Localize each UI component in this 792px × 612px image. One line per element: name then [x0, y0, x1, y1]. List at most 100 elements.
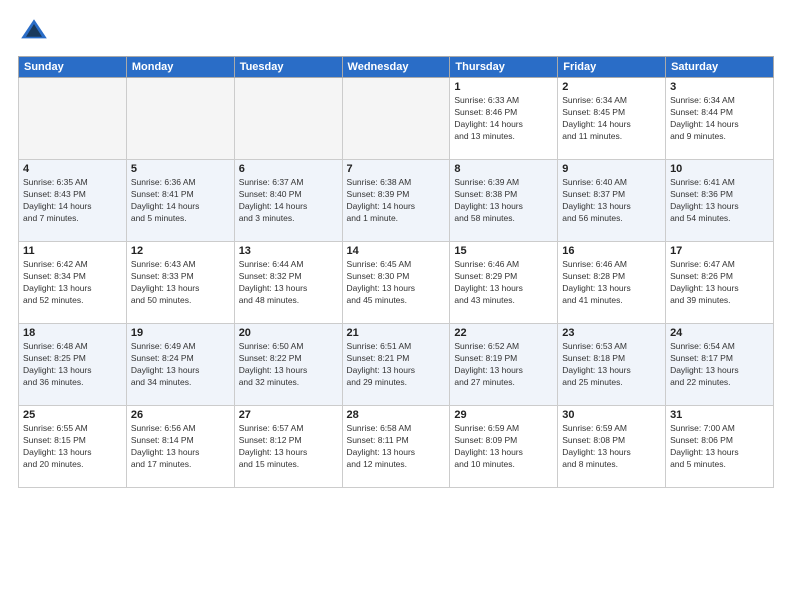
day-number: 30 [562, 409, 661, 421]
day-info: Sunrise: 6:53 AM Sunset: 8:18 PM Dayligh… [562, 341, 661, 389]
day-number: 19 [131, 327, 230, 339]
day-number: 17 [670, 245, 769, 257]
weekday-header-thursday: Thursday [450, 57, 558, 78]
day-info: Sunrise: 6:34 AM Sunset: 8:45 PM Dayligh… [562, 95, 661, 143]
day-number: 26 [131, 409, 230, 421]
day-number: 29 [454, 409, 553, 421]
day-info: Sunrise: 6:55 AM Sunset: 8:15 PM Dayligh… [23, 423, 122, 471]
calendar-cell: 4 Sunrise: 6:35 AM Sunset: 8:43 PM Daylig… [19, 160, 127, 242]
calendar-cell: 24 Sunrise: 6:54 AM Sunset: 8:17 PM Dayli… [666, 324, 774, 406]
day-number: 24 [670, 327, 769, 339]
logo [18, 16, 54, 48]
day-info: Sunrise: 7:00 AM Sunset: 8:06 PM Dayligh… [670, 423, 769, 471]
calendar-cell: 14Sunrise: 6:45 AM Sunset: 8:30 PM Dayli… [342, 242, 450, 324]
calendar-cell: 21 Sunrise: 6:51 AM Sunset: 8:21 PM Dayli… [342, 324, 450, 406]
calendar-cell: 22 Sunrise: 6:52 AM Sunset: 8:19 PM Dayli… [450, 324, 558, 406]
calendar-cell: 19 Sunrise: 6:49 AM Sunset: 8:24 PM Dayli… [126, 324, 234, 406]
day-info: Sunrise: 6:41 AM Sunset: 8:36 PM Dayligh… [670, 177, 769, 225]
weekday-header-monday: Monday [126, 57, 234, 78]
day-number: 7 [347, 163, 446, 175]
calendar-week-row-1: 1 Sunrise: 6:33 AM Sunset: 8:46 PM Daylig… [19, 78, 774, 160]
day-number: 2 [562, 81, 661, 93]
day-info: Sunrise: 6:43 AM Sunset: 8:33 PM Dayligh… [131, 259, 230, 307]
day-info: Sunrise: 6:51 AM Sunset: 8:21 PM Dayligh… [347, 341, 446, 389]
day-info: Sunrise: 6:59 AM Sunset: 8:09 PM Dayligh… [454, 423, 553, 471]
day-info: Sunrise: 6:44 AM Sunset: 8:32 PM Dayligh… [239, 259, 338, 307]
calendar-cell: 17 Sunrise: 6:47 AM Sunset: 8:26 PM Dayli… [666, 242, 774, 324]
day-info: Sunrise: 6:52 AM Sunset: 8:19 PM Dayligh… [454, 341, 553, 389]
day-number: 5 [131, 163, 230, 175]
calendar-cell: 2 Sunrise: 6:34 AM Sunset: 8:45 PM Daylig… [558, 78, 666, 160]
day-number: 1 [454, 81, 553, 93]
calendar-cell [234, 78, 342, 160]
day-number: 14 [347, 245, 446, 257]
calendar-cell [19, 78, 127, 160]
weekday-header-sunday: Sunday [19, 57, 127, 78]
calendar-cell: 7 Sunrise: 6:38 AM Sunset: 8:39 PM Daylig… [342, 160, 450, 242]
calendar-cell: 1 Sunrise: 6:33 AM Sunset: 8:46 PM Daylig… [450, 78, 558, 160]
day-number: 16 [562, 245, 661, 257]
weekday-header-saturday: Saturday [666, 57, 774, 78]
calendar-cell: 18Sunrise: 6:48 AM Sunset: 8:25 PM Dayli… [19, 324, 127, 406]
calendar-cell: 30 Sunrise: 6:59 AM Sunset: 8:08 PM Dayli… [558, 406, 666, 488]
calendar-cell: 26 Sunrise: 6:56 AM Sunset: 8:14 PM Dayli… [126, 406, 234, 488]
calendar-cell: 11 Sunrise: 6:42 AM Sunset: 8:34 PM Dayli… [19, 242, 127, 324]
day-info: Sunrise: 6:36 AM Sunset: 8:41 PM Dayligh… [131, 177, 230, 225]
day-info: Sunrise: 6:49 AM Sunset: 8:24 PM Dayligh… [131, 341, 230, 389]
day-number: 4 [23, 163, 122, 175]
calendar-cell: 13 Sunrise: 6:44 AM Sunset: 8:32 PM Dayli… [234, 242, 342, 324]
calendar-cell: 8 Sunrise: 6:39 AM Sunset: 8:38 PM Daylig… [450, 160, 558, 242]
day-info: Sunrise: 6:38 AM Sunset: 8:39 PM Dayligh… [347, 177, 446, 225]
calendar-week-row-2: 4 Sunrise: 6:35 AM Sunset: 8:43 PM Daylig… [19, 160, 774, 242]
day-info: Sunrise: 6:56 AM Sunset: 8:14 PM Dayligh… [131, 423, 230, 471]
day-info: Sunrise: 6:40 AM Sunset: 8:37 PM Dayligh… [562, 177, 661, 225]
day-info: Sunrise: 6:34 AM Sunset: 8:44 PM Dayligh… [670, 95, 769, 143]
weekday-header-friday: Friday [558, 57, 666, 78]
day-number: 21 [347, 327, 446, 339]
day-number: 10 [670, 163, 769, 175]
day-info: Sunrise: 6:50 AM Sunset: 8:22 PM Dayligh… [239, 341, 338, 389]
day-number: 11 [23, 245, 122, 257]
page: SundayMondayTuesdayWednesdayThursdayFrid… [0, 0, 792, 612]
calendar-week-row-5: 25 Sunrise: 6:55 AM Sunset: 8:15 PM Dayli… [19, 406, 774, 488]
day-number: 8 [454, 163, 553, 175]
day-info: Sunrise: 6:37 AM Sunset: 8:40 PM Dayligh… [239, 177, 338, 225]
calendar-cell: 20 Sunrise: 6:50 AM Sunset: 8:22 PM Dayli… [234, 324, 342, 406]
day-info: Sunrise: 6:39 AM Sunset: 8:38 PM Dayligh… [454, 177, 553, 225]
day-info: Sunrise: 6:47 AM Sunset: 8:26 PM Dayligh… [670, 259, 769, 307]
day-info: Sunrise: 6:58 AM Sunset: 8:11 PM Dayligh… [347, 423, 446, 471]
day-info: Sunrise: 6:42 AM Sunset: 8:34 PM Dayligh… [23, 259, 122, 307]
calendar-table: SundayMondayTuesdayWednesdayThursdayFrid… [18, 56, 774, 488]
header [18, 16, 774, 48]
calendar-cell: 28 Sunrise: 6:58 AM Sunset: 8:11 PM Dayli… [342, 406, 450, 488]
day-number: 23 [562, 327, 661, 339]
calendar-cell: 31Sunrise: 7:00 AM Sunset: 8:06 PM Dayli… [666, 406, 774, 488]
day-info: Sunrise: 6:48 AM Sunset: 8:25 PM Dayligh… [23, 341, 122, 389]
day-number: 25 [23, 409, 122, 421]
calendar-cell: 23 Sunrise: 6:53 AM Sunset: 8:18 PM Dayli… [558, 324, 666, 406]
calendar-cell: 6 Sunrise: 6:37 AM Sunset: 8:40 PM Daylig… [234, 160, 342, 242]
calendar-cell: 27Sunrise: 6:57 AM Sunset: 8:12 PM Dayli… [234, 406, 342, 488]
day-number: 6 [239, 163, 338, 175]
day-number: 12 [131, 245, 230, 257]
calendar-cell: 25 Sunrise: 6:55 AM Sunset: 8:15 PM Dayli… [19, 406, 127, 488]
day-number: 22 [454, 327, 553, 339]
weekday-header-row: SundayMondayTuesdayWednesdayThursdayFrid… [19, 57, 774, 78]
day-info: Sunrise: 6:46 AM Sunset: 8:29 PM Dayligh… [454, 259, 553, 307]
day-number: 28 [347, 409, 446, 421]
day-info: Sunrise: 6:54 AM Sunset: 8:17 PM Dayligh… [670, 341, 769, 389]
calendar-week-row-4: 18Sunrise: 6:48 AM Sunset: 8:25 PM Dayli… [19, 324, 774, 406]
calendar-cell: 10 Sunrise: 6:41 AM Sunset: 8:36 PM Dayli… [666, 160, 774, 242]
calendar-cell: 12 Sunrise: 6:43 AM Sunset: 8:33 PM Dayli… [126, 242, 234, 324]
day-number: 9 [562, 163, 661, 175]
calendar-cell: 5 Sunrise: 6:36 AM Sunset: 8:41 PM Daylig… [126, 160, 234, 242]
day-info: Sunrise: 6:59 AM Sunset: 8:08 PM Dayligh… [562, 423, 661, 471]
day-number: 20 [239, 327, 338, 339]
day-info: Sunrise: 6:46 AM Sunset: 8:28 PM Dayligh… [562, 259, 661, 307]
day-info: Sunrise: 6:35 AM Sunset: 8:43 PM Dayligh… [23, 177, 122, 225]
calendar-cell: 3Sunrise: 6:34 AM Sunset: 8:44 PM Daylig… [666, 78, 774, 160]
weekday-header-tuesday: Tuesday [234, 57, 342, 78]
day-info: Sunrise: 6:33 AM Sunset: 8:46 PM Dayligh… [454, 95, 553, 143]
calendar-cell: 9 Sunrise: 6:40 AM Sunset: 8:37 PM Daylig… [558, 160, 666, 242]
day-number: 13 [239, 245, 338, 257]
